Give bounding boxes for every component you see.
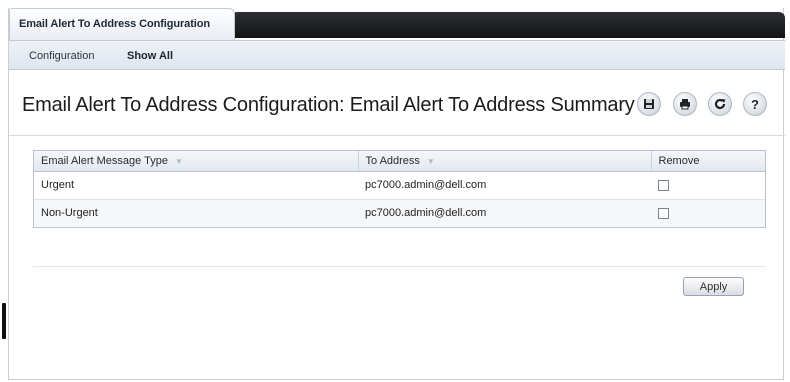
column-header-label: Remove (658, 154, 700, 167)
remove-checkbox[interactable] (658, 179, 669, 191)
table-row: Urgent pc7000.admin@dell.com (34, 171, 765, 200)
cell-to-address: pc7000.admin@dell.com (358, 171, 651, 200)
tab-bar: Email Alert To Address Configuration (9, 8, 785, 40)
subnav-show-all[interactable]: Show All (127, 50, 173, 62)
table-header-row: Email Alert Message Type ▼ To Address ▼ Re… (34, 151, 765, 172)
column-header-to-address[interactable]: To Address ▼ (358, 151, 652, 172)
page-title: Email Alert To Address Configuration: Em… (22, 94, 635, 116)
cell-message-type: Non-Urgent (34, 199, 358, 227)
save-icon[interactable] (637, 92, 661, 116)
sort-arrow-icon: ▼ (174, 156, 183, 166)
remove-checkbox[interactable] (658, 207, 669, 219)
table-row: Non-Urgent pc7000.admin@dell.com (34, 199, 765, 227)
content-frame: Email Alert To Address Configuration Con… (8, 8, 785, 380)
sort-arrow-icon: ▼ (426, 156, 435, 166)
column-header-remove: Remove (651, 151, 765, 172)
title-divider (9, 135, 785, 136)
cell-to-address: pc7000.admin@dell.com (358, 199, 651, 227)
print-icon[interactable] (673, 92, 697, 116)
tab-email-alert-config[interactable]: Email Alert To Address Configuration (9, 8, 235, 40)
form-divider (33, 266, 766, 267)
refresh-icon[interactable] (708, 92, 732, 116)
subnav-configuration[interactable]: Configuration (29, 50, 94, 62)
help-icon[interactable]: ? (743, 92, 767, 116)
cell-remove (651, 199, 765, 227)
tab-bar-background (231, 12, 785, 38)
summary-table: Email Alert Message Type ▼ To Address ▼ Re… (33, 150, 766, 228)
sub-navigation: Configuration Show All (9, 40, 785, 70)
column-header-message-type[interactable]: Email Alert Message Type ▼ (34, 151, 359, 172)
cell-remove (651, 171, 765, 200)
column-header-label: To Address (365, 154, 420, 167)
svg-text:?: ? (751, 97, 759, 111)
apply-button[interactable]: Apply (683, 277, 744, 296)
column-header-label: Email Alert Message Type (41, 154, 168, 167)
cell-message-type: Urgent (34, 171, 358, 200)
scroll-handle[interactable] (2, 303, 6, 339)
